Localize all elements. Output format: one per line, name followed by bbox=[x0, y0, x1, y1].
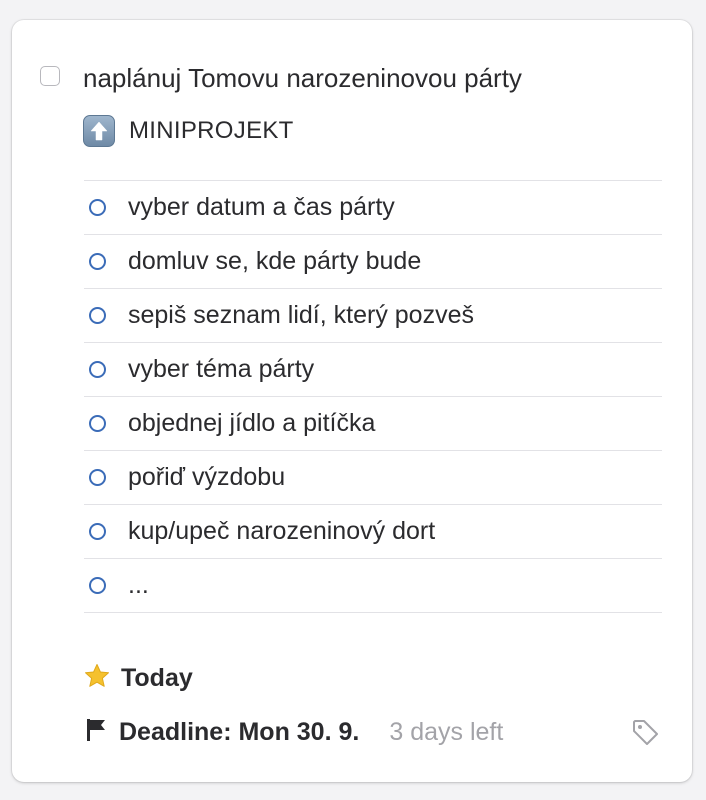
when-label: Today bbox=[121, 663, 193, 692]
star-icon bbox=[83, 662, 111, 695]
arrow-up-icon bbox=[83, 115, 115, 147]
checklist-circle-icon[interactable] bbox=[89, 199, 106, 216]
checklist-item[interactable]: sepiš seznam lidí, který pozveš bbox=[84, 289, 662, 343]
checklist-circle-icon[interactable] bbox=[89, 523, 106, 540]
checklist-item[interactable]: pořiď výzdobu bbox=[84, 451, 662, 505]
checklist-circle-icon[interactable] bbox=[89, 415, 106, 432]
task-checkbox[interactable] bbox=[40, 66, 60, 86]
deadline-label: Deadline: Mon 30. 9. bbox=[119, 717, 360, 746]
checklist-circle-icon[interactable] bbox=[89, 577, 106, 594]
deadline-row[interactable]: Deadline: Mon 30. 9. 3 days left bbox=[83, 714, 661, 750]
checklist-item-label[interactable]: objednej jídlo a pitíčka bbox=[128, 409, 375, 438]
checklist-circle-icon[interactable] bbox=[89, 253, 106, 270]
checklist-item-label[interactable]: vyber téma párty bbox=[128, 355, 314, 384]
checklist-item-label[interactable]: vyber datum a čas párty bbox=[128, 193, 395, 222]
checklist-item-label[interactable]: sepiš seznam lidí, který pozveš bbox=[128, 301, 474, 330]
checklist-item-label[interactable]: pořiď výzdobu bbox=[128, 463, 285, 492]
checklist-item[interactable]: vyber téma párty bbox=[84, 343, 662, 397]
checklist-item-label[interactable]: ... bbox=[128, 571, 149, 600]
checklist-circle-icon[interactable] bbox=[89, 469, 106, 486]
checklist-item-label[interactable]: domluv se, kde párty bude bbox=[128, 247, 421, 276]
task-title[interactable]: naplánuj Tomovu narozeninovou párty bbox=[83, 62, 522, 94]
checklist-item[interactable]: ... bbox=[84, 559, 662, 613]
flag-icon bbox=[83, 716, 109, 749]
project-header: MINIPROJEKT bbox=[83, 115, 294, 147]
checklist-item[interactable]: objednej jídlo a pitíčka bbox=[84, 397, 662, 451]
checklist: vyber datum a čas párty domluv se, kde p… bbox=[84, 180, 662, 613]
days-left-label: 3 days left bbox=[389, 717, 504, 746]
checklist-circle-icon[interactable] bbox=[89, 361, 106, 378]
checklist-item[interactable]: kup/upeč narozeninový dort bbox=[84, 505, 662, 559]
checklist-circle-icon[interactable] bbox=[89, 307, 106, 324]
checklist-item[interactable]: vyber datum a čas párty bbox=[84, 181, 662, 235]
task-card[interactable]: naplánuj Tomovu narozeninovou párty MINI… bbox=[12, 20, 692, 782]
checklist-item-label[interactable]: kup/upeč narozeninový dort bbox=[128, 517, 435, 546]
project-label: MINIPROJEKT bbox=[129, 117, 294, 144]
checklist-item[interactable]: domluv se, kde párty bude bbox=[84, 235, 662, 289]
tag-icon[interactable] bbox=[629, 716, 661, 748]
when-button[interactable]: Today bbox=[83, 660, 193, 696]
